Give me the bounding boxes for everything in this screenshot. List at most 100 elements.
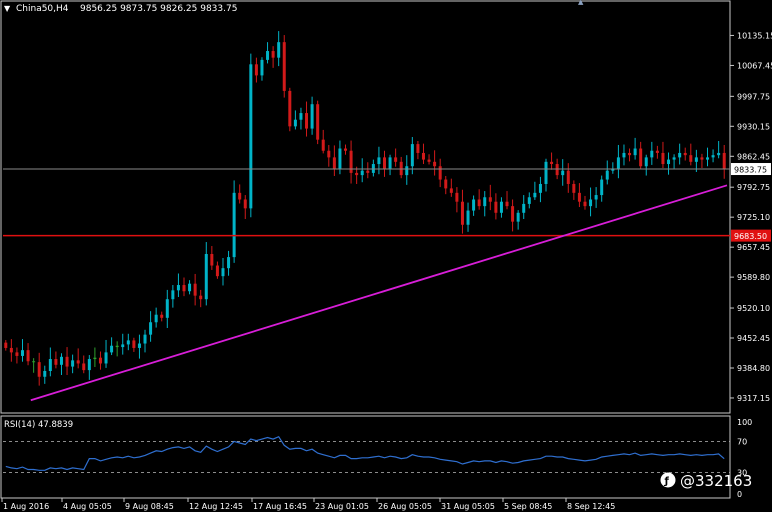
candle-body: [672, 157, 676, 160]
candle-body: [628, 152, 632, 156]
support-price-label: 9683.50: [734, 232, 767, 241]
candle-body: [360, 170, 364, 176]
candle-body: [221, 268, 225, 277]
candle-body: [555, 164, 559, 176]
candle-body: [165, 299, 169, 318]
candle-body: [93, 357, 97, 360]
candle-body: [121, 344, 125, 348]
y-tick-label: 9997.75: [737, 92, 770, 101]
candle-body: [176, 285, 180, 291]
x-tick-label: 1 Aug 2016: [3, 502, 49, 511]
candle-body: [382, 157, 386, 169]
candle-body: [488, 197, 492, 202]
y-tick-label: 9452.45: [737, 334, 770, 343]
candles: [4, 31, 726, 386]
candle-body: [243, 199, 247, 209]
candle-body: [293, 119, 297, 127]
candle-body: [110, 345, 114, 353]
candle-body: [689, 155, 693, 162]
candle-body: [82, 363, 86, 371]
candle-body: [678, 152, 682, 158]
x-tick-label: 8 Sep 12:45: [567, 502, 615, 511]
candle-body: [577, 192, 581, 202]
candle-body: [332, 157, 336, 169]
candle-body: [32, 361, 36, 363]
candle-body: [104, 352, 108, 364]
ohlc-values: 9856.25 9873.75 9826.25 9833.75: [80, 4, 237, 14]
candle-body: [277, 42, 281, 58]
candle-body: [644, 157, 648, 167]
candle-body: [171, 290, 175, 300]
candle-body: [249, 64, 253, 209]
candle-body: [199, 295, 203, 300]
candle-body: [15, 352, 19, 356]
candle-body: [410, 144, 414, 167]
candle-body: [466, 210, 470, 225]
candle-body: [416, 144, 420, 153]
candle-body: [371, 164, 375, 173]
candle-body: [87, 359, 91, 371]
overlays: 9833.75 9683.50: [3, 163, 771, 402]
candle-body: [271, 51, 275, 58]
candle-body: [622, 152, 626, 158]
candle-body: [616, 157, 620, 169]
y-axis: 10135.15 10067.45 9997.75 9930.15 9862.45 979…: [730, 31, 772, 403]
symbol-timeframe: China50,H4: [16, 4, 69, 14]
candle-body: [472, 199, 476, 211]
candle-body: [460, 201, 464, 225]
candle-body: [48, 359, 52, 371]
y-tick-label: 9657.45: [737, 243, 770, 252]
candle-body: [160, 314, 164, 318]
candle-body: [505, 201, 509, 207]
candle-body: [706, 157, 710, 160]
trendline[interactable]: [30, 184, 728, 402]
rsi-panel: 10070300: [3, 418, 752, 499]
candle-body: [299, 113, 303, 120]
x-axis: 1 Aug 2016 4 Aug 05:05 9 Aug 08:45 12 Aug 1…: [1, 498, 615, 511]
candle-body: [394, 157, 398, 162]
candle-body: [338, 148, 342, 169]
candle-body: [9, 347, 13, 353]
candle-body: [477, 199, 481, 207]
candle-body: [700, 157, 704, 160]
candle-body: [182, 285, 186, 292]
rsi-tick-label: 70: [737, 437, 747, 446]
y-tick-label: 10135.15: [737, 31, 772, 40]
candle-body: [37, 362, 41, 377]
candle-body: [143, 334, 147, 344]
price-chart: ▼ China50,H4 9856.25 9873.75 9826.25 983…: [0, 0, 772, 511]
y-tick-label: 9930.15: [737, 122, 770, 131]
candle-body: [154, 314, 158, 323]
watermark: ƒ @332163: [660, 472, 752, 490]
candle-body: [54, 359, 58, 365]
candle-body: [511, 206, 515, 222]
candle-body: [238, 192, 242, 200]
candle-body: [499, 201, 503, 213]
candle-body: [572, 183, 576, 193]
rsi-tick-label: 0: [737, 490, 742, 499]
rsi-tick-label: 100: [737, 418, 752, 427]
menu-arrow-icon[interactable]: ▼: [4, 4, 11, 13]
candle-body: [449, 188, 453, 193]
rsi-panel-frame: [0, 415, 731, 499]
candle-body: [71, 360, 75, 367]
candle-body: [399, 161, 403, 176]
candle-body: [59, 356, 63, 365]
candle-body: [566, 170, 570, 184]
candle-body: [583, 201, 587, 207]
candle-body: [20, 350, 24, 356]
candle-body: [650, 150, 654, 158]
candle-body: [227, 257, 231, 269]
x-tick-label: 31 Aug 05:05: [441, 502, 495, 511]
y-tick-label: 9792.75: [737, 183, 770, 192]
x-tick-label: 12 Aug 12:45: [189, 502, 243, 511]
candle-body: [260, 59, 264, 76]
candle-body: [421, 152, 425, 160]
candle-body: [26, 350, 30, 362]
y-tick-label: 9862.45: [737, 152, 770, 161]
candle-body: [254, 64, 258, 76]
watermark-logo-glyph: ƒ: [664, 476, 670, 487]
candle-body: [533, 192, 537, 198]
candle-body: [355, 172, 359, 176]
candle-body: [550, 161, 554, 165]
